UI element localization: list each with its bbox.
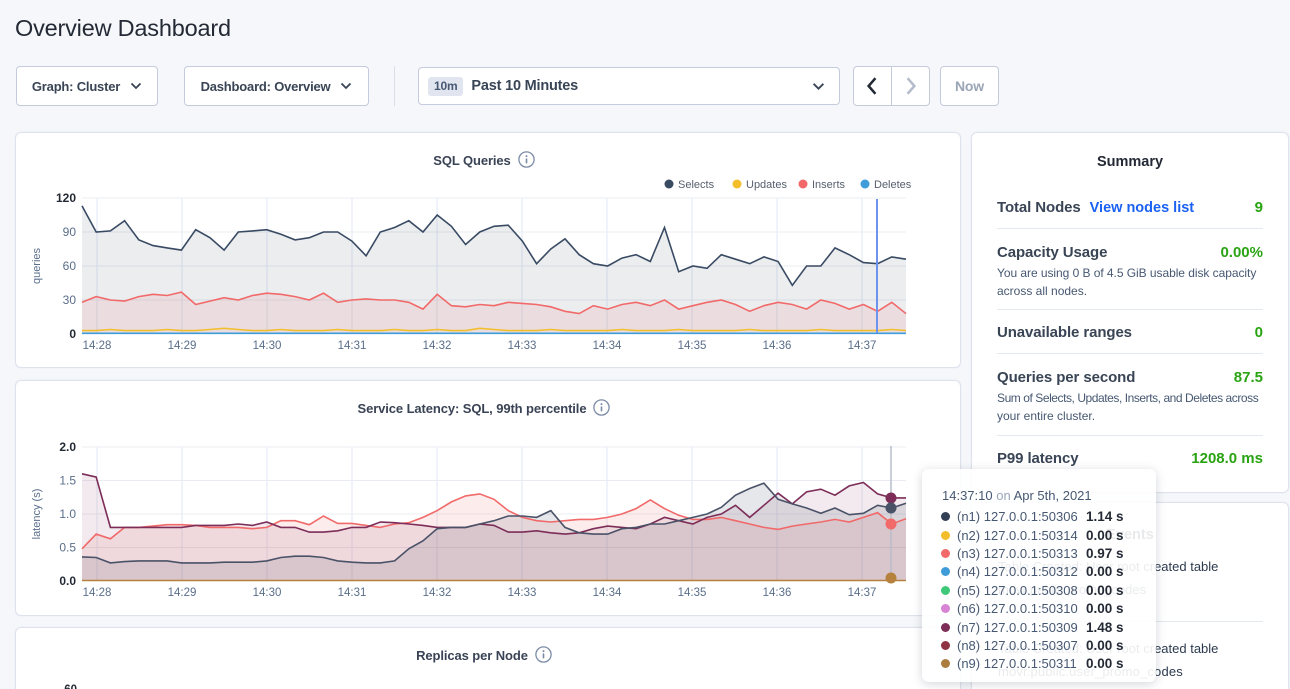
- svg-text:14:29: 14:29: [168, 340, 197, 352]
- svg-text:14:30: 14:30: [253, 340, 282, 352]
- svg-text:Updates: Updates: [746, 179, 787, 191]
- svg-text:Deletes: Deletes: [874, 179, 912, 191]
- svg-text:14:35: 14:35: [678, 340, 707, 352]
- svg-text:queries: queries: [31, 247, 43, 284]
- svg-text:14:28: 14:28: [83, 587, 112, 599]
- svg-text:14:29: 14:29: [168, 587, 197, 599]
- svg-text:14:37: 14:37: [848, 587, 877, 599]
- svg-text:120: 120: [56, 191, 76, 205]
- svg-text:latency (s): latency (s): [31, 489, 43, 540]
- svg-text:14:30: 14:30: [253, 587, 282, 599]
- svg-text:14:32: 14:32: [423, 587, 452, 599]
- svg-text:1.0: 1.0: [59, 507, 76, 521]
- svg-text:2.0: 2.0: [59, 440, 76, 454]
- svg-text:14:31: 14:31: [338, 340, 367, 352]
- svg-text:60: 60: [63, 259, 77, 273]
- svg-text:0.0: 0.0: [59, 574, 76, 588]
- svg-text:1.5: 1.5: [59, 474, 76, 488]
- svg-text:0: 0: [69, 327, 76, 341]
- svg-text:14:32: 14:32: [423, 340, 452, 352]
- svg-text:14:36: 14:36: [763, 340, 792, 352]
- svg-text:Inserts: Inserts: [812, 179, 846, 191]
- svg-text:0.5: 0.5: [59, 541, 76, 555]
- svg-text:Selects: Selects: [678, 179, 715, 191]
- svg-text:30: 30: [63, 293, 77, 307]
- svg-text:14:28: 14:28: [83, 340, 112, 352]
- svg-text:14:33: 14:33: [508, 587, 537, 599]
- svg-text:14:33: 14:33: [508, 340, 537, 352]
- svg-text:90: 90: [63, 225, 77, 239]
- svg-text:14:35: 14:35: [678, 587, 707, 599]
- svg-text:14:36: 14:36: [763, 587, 792, 599]
- svg-text:14:37: 14:37: [848, 340, 877, 352]
- svg-text:14:34: 14:34: [593, 340, 622, 352]
- svg-text:14:34: 14:34: [593, 587, 622, 599]
- svg-text:14:31: 14:31: [338, 587, 367, 599]
